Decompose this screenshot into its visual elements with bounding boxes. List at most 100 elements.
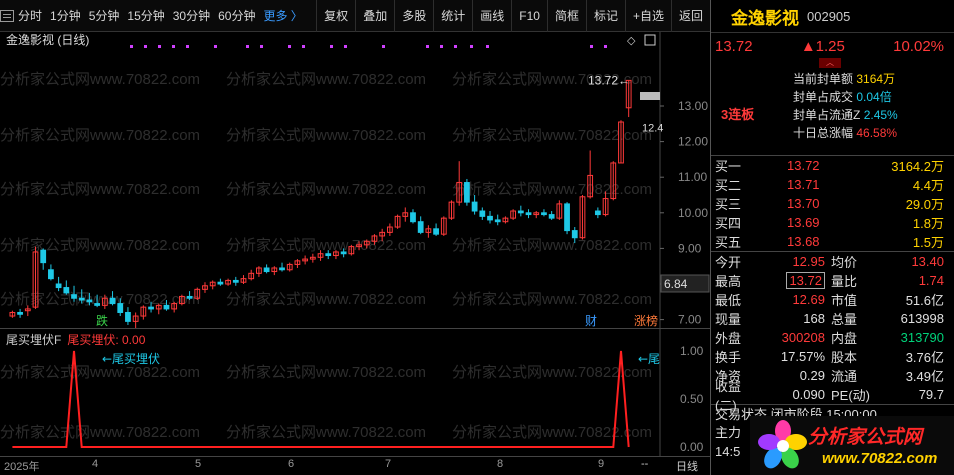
date-label: 5 [195, 458, 202, 470]
signal-dot [454, 45, 457, 48]
bid-volume: 1.8万 [912, 216, 944, 231]
event-label-finance: 财 [585, 314, 597, 328]
tab-1min[interactable]: 1分钟 [46, 0, 85, 32]
stat-value: 3.49亿 [905, 369, 944, 384]
tab-15min[interactable]: 15分钟 [123, 0, 168, 32]
price-change: ▲1.25 [800, 38, 845, 55]
indicator-panel[interactable]: 分析家公式网www.70822.com 分析家公式网www.70822.com … [0, 328, 710, 457]
date-label: 9 [598, 458, 605, 470]
tab-timeshare[interactable]: 分时 [14, 0, 46, 32]
tab-30min[interactable]: 30分钟 [169, 0, 214, 32]
back-button[interactable]: 返回 [670, 0, 710, 32]
tab-5min[interactable]: 5分钟 [85, 0, 124, 32]
candle-body [117, 303, 124, 313]
stat-value: 79.7 [918, 387, 944, 402]
multi-stock-button[interactable]: 多股 [394, 0, 433, 32]
mark-button[interactable]: 标记 [585, 0, 625, 32]
price-tag-low: 6.84 [664, 277, 688, 291]
adjust-button[interactable]: 复权 [316, 0, 355, 32]
price-axis-label: 13.00 [678, 99, 708, 113]
site-logo: 分析家公式网 www.70822.com [750, 416, 954, 475]
candle-body [471, 201, 478, 212]
bid-price: 13.72 [787, 158, 820, 173]
signal-dot [604, 45, 607, 48]
event-label-fall: 跌 [96, 313, 108, 328]
quote-panel: 金逸影视 002905 13.72 ▲1.25 10.02% ︿ 3连板 当前封… [710, 0, 954, 475]
signal-dot [302, 45, 305, 48]
stat-value: 51.6亿 [905, 293, 944, 308]
signal-label: ←尾买埋伏 [102, 352, 160, 366]
menu-icon[interactable] [0, 0, 14, 32]
price-axis-label: 12.00 [678, 135, 708, 149]
period-toolbar: 分时 1分钟 5分钟 15分钟 30分钟 60分钟 更多 〉 复权 叠加 多股 … [0, 0, 710, 32]
more-periods-button[interactable]: 更多 〉 [259, 0, 306, 32]
indicator-title: 尾买埋伏F 尾买埋伏: 0.00 [6, 331, 145, 348]
indicator-chart: 1.00 0.50 0.00 ←尾买埋伏 ←尾 [12, 329, 704, 457]
limit-up-box: 3连板 当前封单额 3164万 封单占成交 0.04倍 封单占流通Z 2.45%… [711, 70, 954, 156]
signal-dot [144, 45, 147, 48]
signal-dot [172, 45, 175, 48]
candle-body [125, 311, 131, 322]
candle-body [71, 294, 77, 299]
signal-dot [288, 45, 291, 48]
stat-value: 17.57% [780, 349, 825, 364]
event-label-limit: 涨榜 [634, 313, 658, 328]
candle-body [78, 297, 85, 301]
stats-row: 收益(二) 0.090 PE(动) 79.7 [711, 379, 954, 413]
stat-value: 313790 [900, 330, 944, 345]
tab-60min[interactable]: 60分钟 [214, 0, 259, 32]
date-label: 7 [385, 458, 392, 470]
statistics-button[interactable]: 统计 [433, 0, 472, 32]
stat-label: 均价 [831, 255, 858, 270]
candle-body [548, 214, 555, 219]
candle-body [163, 304, 170, 310]
limit-row: 当前封单额 3164万 [793, 72, 896, 86]
orderbook-row: 买三 13.70 29.0万 [711, 194, 954, 213]
candle-body [86, 299, 93, 303]
stat-label: 内盘 [831, 331, 858, 346]
bid-level-label: 买三 [715, 197, 742, 212]
chevron-up-icon[interactable]: ︿ [819, 58, 841, 68]
candle-body [217, 281, 224, 285]
price-row: 13.72 ▲1.25 10.02% [711, 32, 954, 60]
bid-level-label: 买二 [715, 178, 742, 193]
bid-volume: 1.5万 [912, 235, 944, 250]
stat-value: 3.76亿 [905, 350, 944, 365]
candle-body [494, 219, 501, 223]
simple-frame-button[interactable]: 简框 [546, 0, 586, 32]
candle-body [48, 269, 54, 280]
stat-label: PE(动) [831, 388, 871, 403]
signal-dot [330, 45, 333, 48]
price-tag-marker [640, 92, 660, 100]
indicator-axis-label: 1.00 [680, 344, 704, 358]
period-label[interactable]: 日线 [676, 458, 698, 474]
orderbook-row: 买四 13.69 1.8万 [711, 213, 954, 232]
candlestick-chart-panel[interactable]: 分析家公式网www.70822.com 分析家公式网www.70822.com … [0, 32, 710, 328]
stats-row: 今开 12.95 均价 13.40 [711, 252, 954, 271]
chart-title: 金逸影视 (日线) [6, 33, 90, 47]
indicator-axis-label: 0.00 [680, 440, 704, 454]
stat-label: 总量 [831, 312, 858, 327]
scroll-control[interactable]: -- [641, 458, 648, 470]
signal-label: ←尾 [638, 352, 660, 366]
candle-body [325, 253, 332, 257]
signal-dot [382, 45, 385, 48]
stat-value: 168 [803, 311, 825, 326]
stats-row: 最高 13.72 量比 1.74 [711, 271, 954, 290]
add-watchlist-button[interactable]: +自选 [624, 0, 671, 32]
collapse-tab[interactable]: ︿ [711, 58, 954, 70]
price-axis-label: 7.00 [678, 313, 702, 327]
bid-volume: 3164.2万 [891, 159, 944, 174]
stat-label: 换手 [715, 350, 742, 365]
draw-line-button[interactable]: 画线 [472, 0, 511, 32]
candle-body [417, 221, 424, 233]
indicator-axis-label: 0.50 [680, 392, 704, 406]
f10-button[interactable]: F10 [511, 0, 547, 32]
date-axis: 2025年 4 5 6 7 8 9 -- 日线 [0, 456, 710, 475]
signal-dot [470, 45, 473, 48]
stats-row: 现量 168 总量 613998 [711, 309, 954, 328]
overlay-button[interactable]: 叠加 [355, 0, 394, 32]
candle-body [232, 279, 239, 283]
candle-body [263, 267, 270, 273]
candle-body [109, 297, 116, 305]
